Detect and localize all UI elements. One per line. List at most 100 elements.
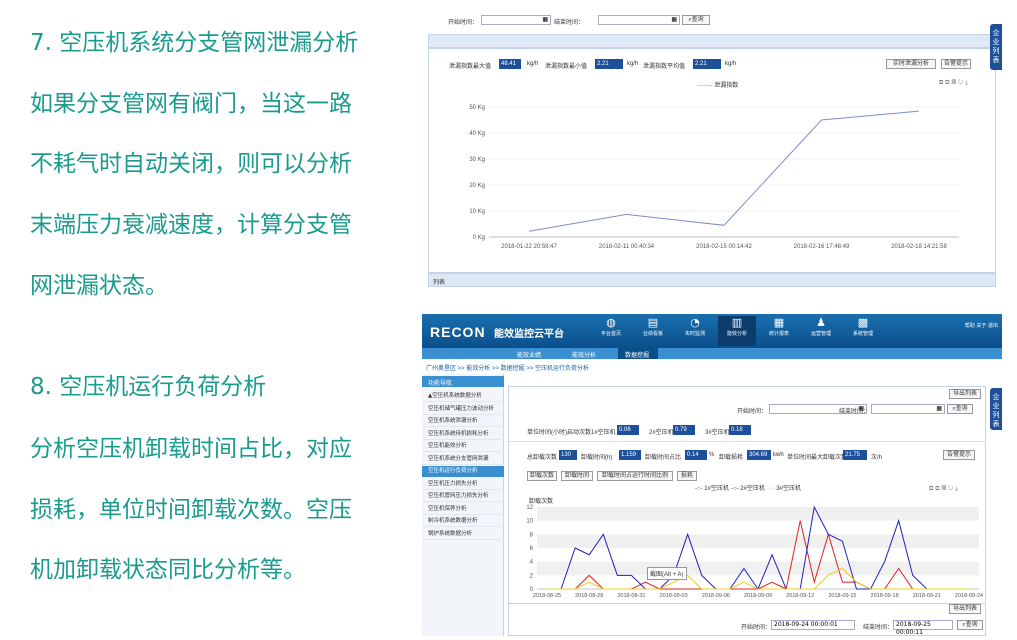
chart-tab[interactable]: 卸载时间 bbox=[561, 471, 593, 481]
legend-item[interactable]: -○- 1#空压机 bbox=[695, 483, 729, 492]
min-value: 2.21 bbox=[595, 59, 623, 69]
menu-item[interactable]: 空压机系统泄漏分析 bbox=[422, 416, 504, 427]
x-tick-label: 2018-08-28 bbox=[575, 593, 603, 599]
subnav-item[interactable]: 能效业绩 bbox=[517, 350, 541, 359]
nav-item[interactable]: ▩ 系统管理 bbox=[844, 316, 882, 346]
load-chart: 1210864202018-08-25 2018-08-28 2018-08-31 2… bbox=[526, 505, 983, 599]
query-button[interactable]: ⌕查询 bbox=[682, 15, 710, 25]
bottom-panel: 导出列表 开始时间： 2018-09-24 00:00:01 结束时间： 201… bbox=[508, 604, 986, 636]
total-value: 130 bbox=[559, 450, 577, 460]
nav-icon: ◍ bbox=[606, 316, 616, 329]
menu-item[interactable]: 空压机压力损失分析 bbox=[422, 479, 504, 490]
nav-item[interactable]: ♟ 运营管理 bbox=[802, 316, 840, 346]
para1-line: 网泄漏状态。 bbox=[30, 273, 168, 299]
menu-item[interactable]: 空压机储气罐压力波动分析 bbox=[422, 404, 504, 415]
subnav-item[interactable]: 能效分析 bbox=[572, 350, 596, 359]
para2-line: 8. 空压机运行负荷分析 bbox=[30, 374, 267, 400]
legend-item[interactable]: -○- 3#空压机 bbox=[767, 483, 801, 492]
menu-item[interactable]: 空压机保养分析 bbox=[422, 504, 504, 515]
para1-line: 不耗气时自动关闭，则可以分析 bbox=[30, 151, 352, 177]
nav-item[interactable]: ▦ 统计报表 bbox=[760, 316, 798, 346]
avg-value: 2.21 bbox=[693, 59, 721, 69]
unit-label: kg/h bbox=[527, 61, 539, 67]
series-line bbox=[528, 110, 920, 232]
y-tick-label: 40 Kg bbox=[469, 131, 485, 137]
y-tick-label: 4 bbox=[530, 560, 534, 566]
list-header: 列表 bbox=[428, 273, 996, 287]
app-title: 能效监控云平台 bbox=[494, 329, 564, 340]
menu-item[interactable]: ▲空压机系统数据分析 bbox=[422, 391, 504, 402]
export-button[interactable]: 导出列表 bbox=[949, 389, 981, 399]
end-label: 结束时间： bbox=[839, 409, 870, 415]
min-label: 泄漏指数最小值 bbox=[545, 64, 588, 70]
menu-item[interactable]: 空压机系统分支管网泄漏 bbox=[422, 454, 504, 465]
y-tick-label: 20 Kg bbox=[469, 183, 485, 189]
start2-label: 开始时间： bbox=[741, 625, 772, 631]
chart-toolbox[interactable]: ⧉⧉▤↻⤓ bbox=[939, 80, 970, 87]
unit-label: kg/h bbox=[725, 61, 737, 67]
nav-label: 系统管理 bbox=[852, 331, 873, 337]
start-time-label: 开始时间： bbox=[448, 20, 479, 26]
end-time-label: 结束时间： bbox=[554, 20, 585, 26]
divider bbox=[509, 441, 985, 442]
chart-toolbox[interactable]: ⧉⧉▤↻⤓ bbox=[929, 486, 960, 493]
per-hour-label: 次/h bbox=[871, 455, 883, 461]
enterprise-list-tab[interactable]: 企业列表 bbox=[990, 24, 1002, 70]
loss-label: 卸载损耗 bbox=[719, 455, 744, 461]
menu-item[interactable]: 空压机能效分析 bbox=[422, 441, 504, 452]
x-tick-label: 2018-09-06 bbox=[702, 593, 730, 599]
para1-line: 7. 空压机系统分支管网泄漏分析 bbox=[30, 30, 359, 56]
subnav-item-active[interactable]: 数据挖掘 bbox=[625, 350, 649, 359]
start2-input[interactable]: 2018-09-24 00:00:01 bbox=[771, 620, 855, 630]
para2-line: 损耗，单位时间卸载次数。空压 bbox=[30, 497, 352, 523]
nav-item[interactable]: ▤ 业绩看板 bbox=[634, 316, 672, 346]
legend-marker: -○- bbox=[731, 486, 739, 492]
para2-line: 机加卸载状态同比分析等。 bbox=[30, 557, 306, 583]
end2-input[interactable]: 2018-09-25 00:00:11 bbox=[893, 620, 953, 636]
query-button-2[interactable]: ⌕查询 bbox=[957, 620, 983, 630]
chart-tab[interactable]: 卸载次数 bbox=[527, 471, 557, 481]
y-tick-label: 10 bbox=[526, 519, 533, 525]
menu-item[interactable]: 空压机运行负荷分析 bbox=[422, 466, 504, 477]
enterprise-list-tab-2[interactable]: 企业列表 bbox=[990, 388, 1002, 430]
start-label: 开始时间： bbox=[737, 409, 768, 415]
menu-item[interactable]: 空压机管网压力损失分析 bbox=[422, 491, 504, 502]
chart-tab[interactable]: 卸载时间占运行时间比例 bbox=[597, 471, 673, 481]
legend-marker: —○— bbox=[697, 83, 713, 89]
nav-icon: ▩ bbox=[857, 316, 869, 329]
export-button-2[interactable]: 导出列表 bbox=[949, 604, 981, 614]
para1-line: 如果分支管网有阀门，当这一路 bbox=[30, 91, 352, 117]
nav-item[interactable]: ◔ 实时监测 bbox=[676, 316, 714, 346]
app-header: RECON 能效监控云平台 ◍ 平台首页 ▤ 业绩看板 ◔ 实时监测 ▥ 能效分析 ▦ 统计报表 ♟… bbox=[422, 314, 1002, 348]
c2-value: 0.79 bbox=[673, 425, 695, 435]
nav-item[interactable]: ▥ 能效分析 bbox=[718, 316, 756, 346]
menu-item[interactable]: 锅炉系统数据分析 bbox=[422, 529, 504, 540]
nav-label: 业绩看板 bbox=[642, 331, 663, 337]
top-links[interactable]: 帮助 关于 退出 bbox=[965, 322, 998, 329]
start-time-input[interactable]: ▦ bbox=[481, 15, 551, 25]
maxunit-value: 21.75 bbox=[843, 450, 867, 460]
end2-label: 结束时间： bbox=[863, 625, 894, 631]
screenshot-leak: 开始时间： ▦ 结束时间： ▦ ⌕查询 泄漏指数最大值 48.41 kg/h 泄… bbox=[428, 8, 1002, 288]
calendar-icon: ▦ bbox=[671, 16, 677, 23]
menu-item[interactable]: 空压机系统待机损耗分析 bbox=[422, 429, 504, 440]
nav-label: 实时监测 bbox=[684, 331, 705, 337]
alarm-button[interactable]: 告警提示 bbox=[941, 59, 971, 69]
nav-item[interactable]: ◍ 平台首页 bbox=[592, 316, 630, 346]
leak-chart: 50 Kg 40 Kg 30 Kg 20 Kg 10 Kg 0 Kg 2018-01-22 … bbox=[469, 105, 959, 250]
breadcrumb: 广州奥垦区 >> 能效分析 >> 数据挖掘 >> 空压机运行负荷分析 bbox=[426, 366, 590, 372]
chart-tab[interactable]: 损耗 bbox=[677, 471, 697, 481]
nav-icon: ▤ bbox=[647, 316, 659, 329]
menu-title: 功能导航 bbox=[428, 381, 453, 387]
end-time-input[interactable]: ▦ bbox=[598, 15, 680, 25]
x-tick-label: 2018-02-15 00:14:42 bbox=[696, 244, 752, 250]
alarm-button[interactable]: 告警提示 bbox=[943, 450, 975, 460]
panel-body: 泄漏指数最大值 48.41 kg/h 泄漏指数最小值 2.21 kg/h 泄漏指… bbox=[428, 48, 996, 273]
realtime-leak-button[interactable]: 实时泄漏分析 bbox=[886, 59, 936, 69]
end-input[interactable]: ▦ bbox=[871, 404, 945, 414]
menu-item[interactable]: 制冷机系统数据分析 bbox=[422, 516, 504, 527]
legend-label: 3#空压机 bbox=[776, 486, 801, 492]
side-menu: 功能导航 ▲空压机系统数据分析 空压机储气罐压力波动分析 空压机系统泄漏分析 空压机系… bbox=[422, 374, 504, 636]
query-button[interactable]: ⌕查询 bbox=[947, 404, 973, 414]
legend-item[interactable]: -○- 2#空压机 bbox=[731, 483, 765, 492]
